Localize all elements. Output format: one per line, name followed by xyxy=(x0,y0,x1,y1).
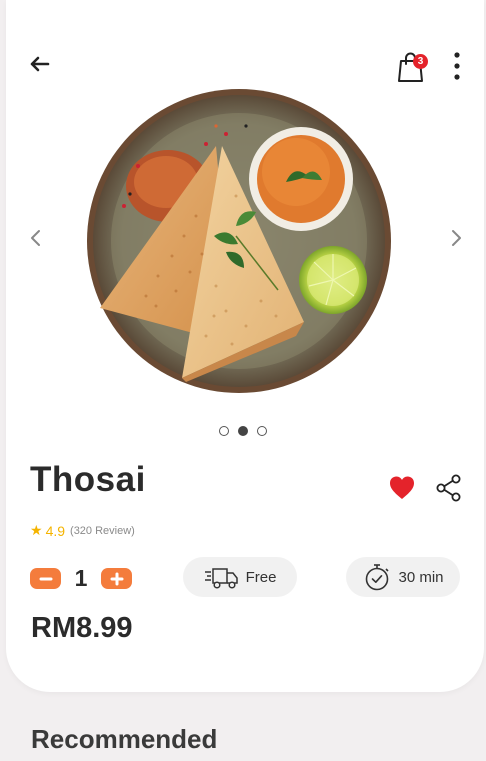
quantity-value: 1 xyxy=(74,565,88,591)
next-image-button[interactable] xyxy=(446,226,466,250)
top-bar: 3 xyxy=(0,44,486,84)
carousel-dot-active[interactable] xyxy=(238,426,248,436)
review-count: (320 Review) xyxy=(70,524,135,537)
product-price: RM8.99 xyxy=(31,612,133,644)
cart-count-badge: 3 xyxy=(413,54,428,69)
arrow-left-icon xyxy=(30,56,50,72)
heart-icon xyxy=(390,476,414,499)
carousel-indicator xyxy=(0,426,486,436)
more-vertical-icon xyxy=(454,52,460,80)
share-icon xyxy=(436,474,461,502)
more-options-button[interactable] xyxy=(446,48,468,82)
favorite-button[interactable] xyxy=(388,474,416,502)
carousel-dot[interactable] xyxy=(257,426,267,436)
previous-image-button[interactable] xyxy=(26,226,46,250)
increase-quantity-button[interactable] xyxy=(101,568,132,589)
delivery-label: Free xyxy=(245,568,277,586)
delivery-truck-icon xyxy=(204,568,238,589)
star-icon: ★ xyxy=(30,522,43,538)
rating: ★ 4.9 (320 Review) xyxy=(30,522,135,539)
plus-icon xyxy=(110,572,123,585)
prep-time-info: 30 min xyxy=(346,557,460,597)
rating-value: 4.9 xyxy=(45,522,66,539)
minus-icon xyxy=(39,577,52,580)
recommended-heading: Recommended xyxy=(31,724,218,754)
decrease-quantity-button[interactable] xyxy=(30,568,61,589)
product-image xyxy=(86,86,392,396)
delivery-info: Free xyxy=(183,557,297,597)
carousel-dot[interactable] xyxy=(219,426,229,436)
product-title: Thosai xyxy=(30,460,146,499)
prep-time-label: 30 min xyxy=(398,568,444,586)
stopwatch-icon xyxy=(366,564,390,591)
back-button[interactable] xyxy=(26,50,54,78)
chevron-right-icon xyxy=(452,230,461,246)
chevron-left-icon xyxy=(31,230,40,246)
quantity-stepper: 1 xyxy=(30,565,132,592)
cart-button[interactable]: 3 xyxy=(396,48,430,84)
share-button[interactable] xyxy=(436,474,462,502)
